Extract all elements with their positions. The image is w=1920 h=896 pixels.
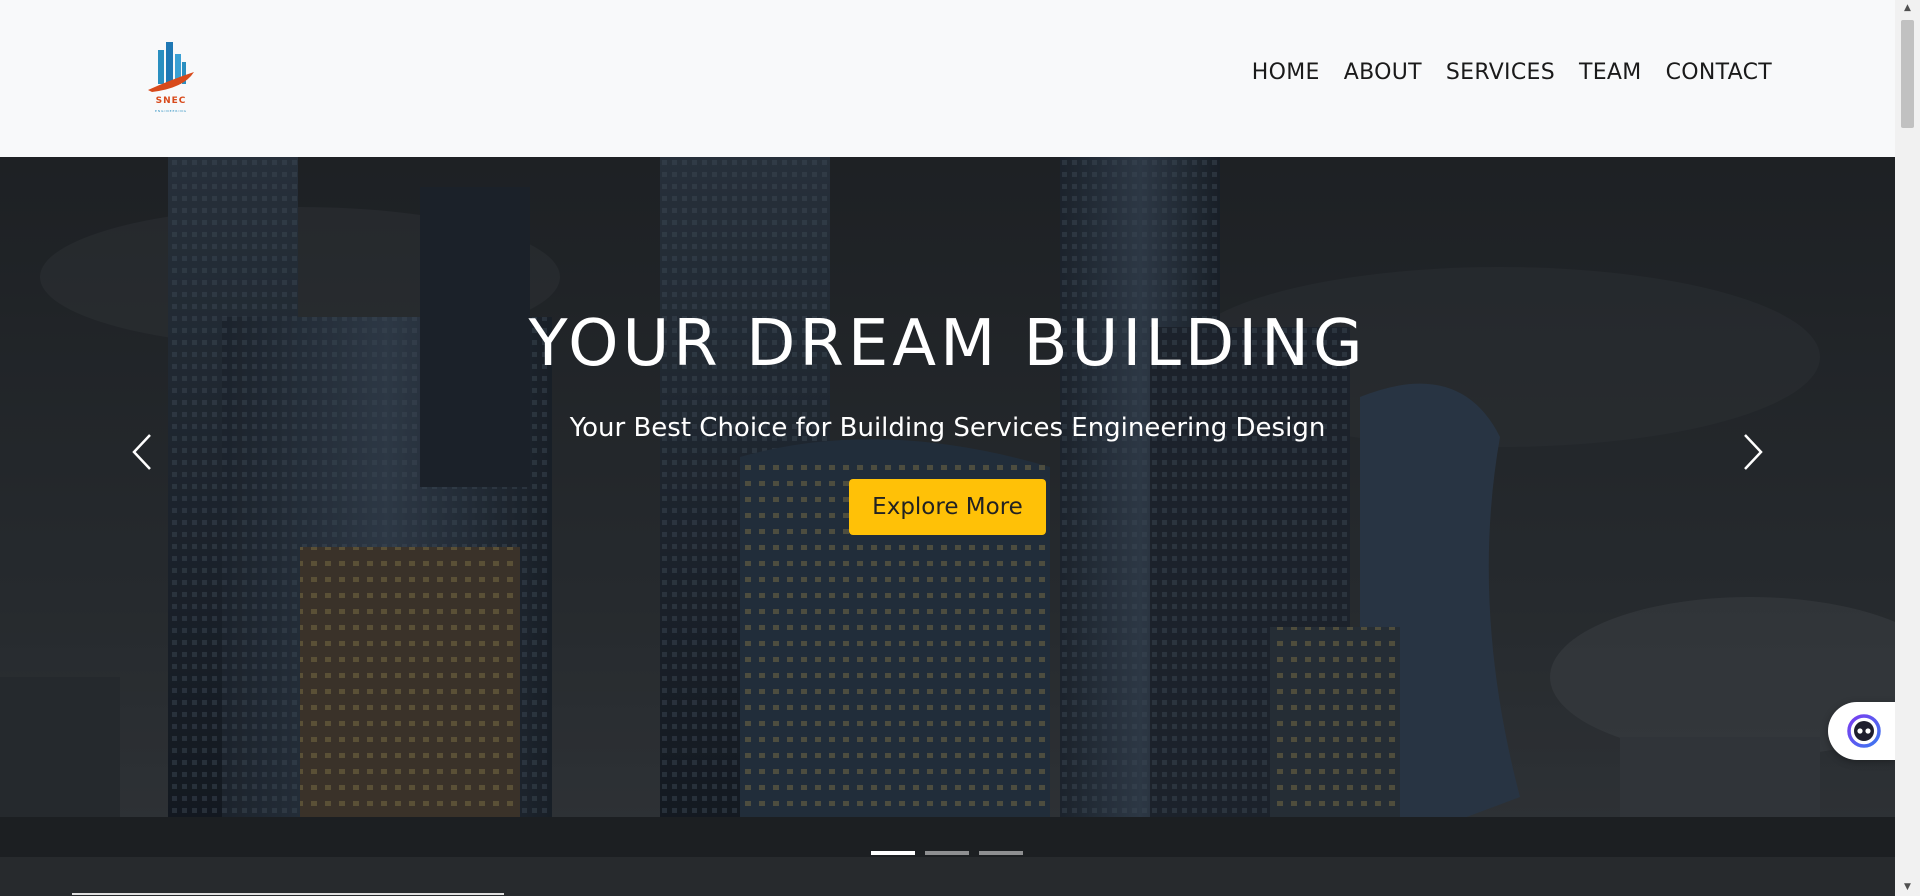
explore-more-button[interactable]: Explore More [849, 479, 1046, 535]
hero-carousel: YOUR DREAM BUILDING Your Best Choice for… [0, 157, 1895, 896]
scroll-up-icon[interactable]: ▲ [1895, 0, 1920, 17]
hero-subtitle: Your Best Choice for Building Services E… [569, 413, 1326, 443]
carousel-indicator-3[interactable] [979, 851, 1023, 855]
nav-team[interactable]: TEAM [1579, 60, 1642, 85]
page-scrollbar[interactable]: ▲ ▼ [1895, 0, 1920, 896]
scroll-down-icon[interactable]: ▼ [1895, 879, 1920, 896]
hero-title: YOUR DREAM BUILDING [528, 307, 1367, 381]
site-header: SNEC ENGINEERING HOME ABOUT SERVICES TEA… [0, 0, 1895, 157]
scroll-thumb[interactable] [1901, 20, 1914, 128]
carousel-indicators [871, 851, 1023, 855]
logo-text: SNEC [155, 96, 187, 106]
logo-subtext: ENGINEERING [155, 109, 187, 113]
chatbot-icon [1847, 714, 1881, 748]
site-logo[interactable]: SNEC ENGINEERING [144, 40, 198, 116]
nav-about[interactable]: ABOUT [1344, 60, 1422, 85]
bottom-divider [72, 893, 504, 895]
nav-home[interactable]: HOME [1252, 60, 1320, 85]
chat-widget-button[interactable] [1828, 702, 1895, 760]
carousel-indicator-1[interactable] [871, 851, 915, 855]
carousel-indicator-2[interactable] [925, 851, 969, 855]
nav-contact[interactable]: CONTACT [1666, 60, 1772, 85]
building-logo-icon [148, 42, 194, 92]
page: SNEC ENGINEERING HOME ABOUT SERVICES TEA… [0, 0, 1920, 896]
main-nav: HOME ABOUT SERVICES TEAM CONTACT [1252, 60, 1772, 85]
nav-services[interactable]: SERVICES [1446, 60, 1555, 85]
